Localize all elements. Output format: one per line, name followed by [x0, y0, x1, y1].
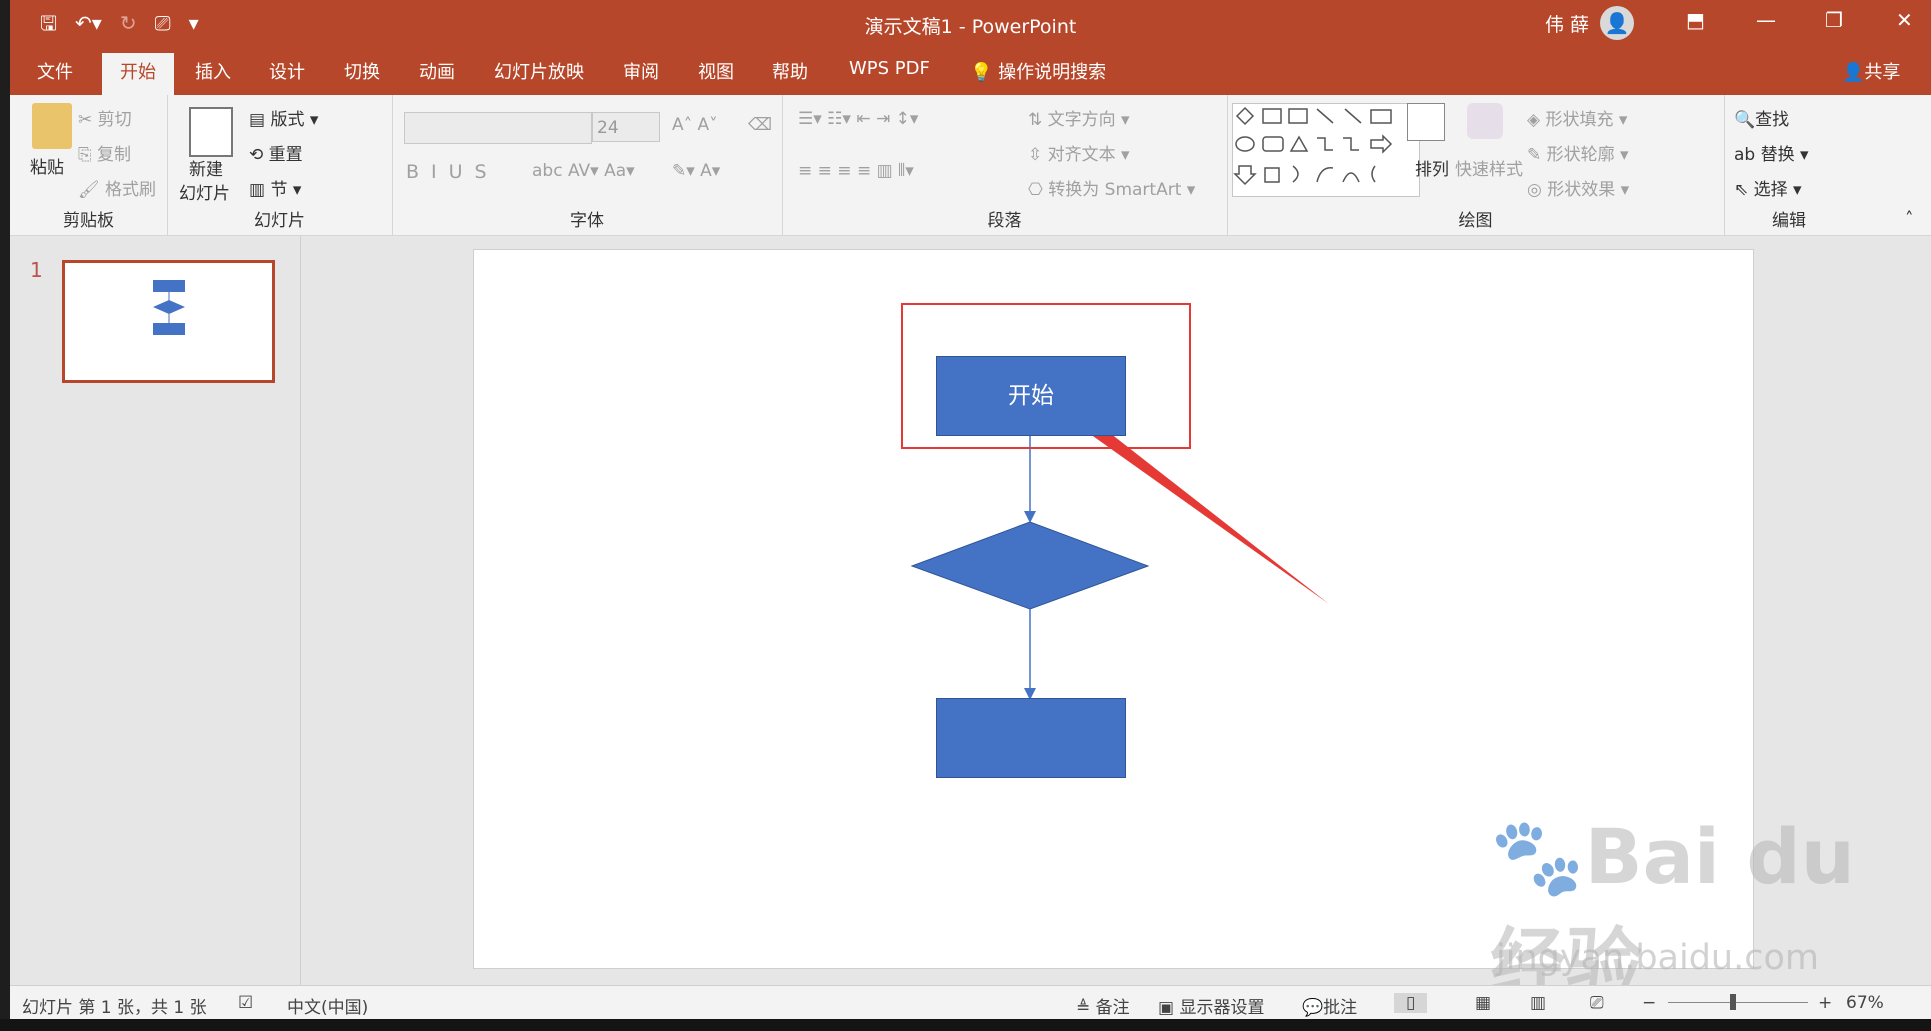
zoom-level[interactable]: 67%: [1846, 993, 1884, 1013]
status-bar: 幻灯片 第 1 张，共 1 张 ☑ 中文(中国) ≜ 备注 ▣ 显示器设置 💬批…: [10, 985, 1931, 1020]
language-status[interactable]: 中文(中国): [287, 993, 368, 1018]
paw-icon: 🐾: [1490, 812, 1585, 901]
comments-button[interactable]: 💬批注: [1302, 993, 1357, 1018]
decision-diamond[interactable]: [910, 521, 1150, 610]
zoom-out-button[interactable]: −: [1642, 993, 1656, 1013]
zoom-slider-thumb[interactable]: [1730, 994, 1736, 1010]
process-box[interactable]: [936, 698, 1126, 778]
watermark-url: jingyan.baidu.com: [1496, 938, 1819, 978]
spellcheck-icon[interactable]: ☑: [238, 993, 253, 1013]
notes-button[interactable]: ≜ 备注: [1076, 993, 1130, 1018]
display-settings-button[interactable]: ▣ 显示器设置: [1158, 993, 1264, 1018]
watermark-logo: 🐾Bai du 经验: [1490, 812, 1855, 1008]
normal-view-icon[interactable]: ▯: [1394, 993, 1428, 1013]
annotation-highlight-box: [901, 303, 1191, 449]
taskbar-strip: [0, 1019, 1931, 1031]
slideshow-view-icon[interactable]: ⎚: [1590, 993, 1604, 1013]
zoom-in-button[interactable]: +: [1818, 993, 1832, 1013]
slide-count-status: 幻灯片 第 1 张，共 1 张: [22, 998, 207, 1018]
zoom-slider[interactable]: [1668, 1002, 1808, 1003]
powerpoint-window: 🖫 ↶▾ ↻ ⎚ ▾ 演示文稿1 - PowerPoint 伟 薛 👤 ⬒ — …: [10, 0, 1931, 1031]
slide-sorter-icon[interactable]: ▦: [1475, 993, 1491, 1013]
reading-view-icon[interactable]: ▥: [1530, 993, 1546, 1013]
